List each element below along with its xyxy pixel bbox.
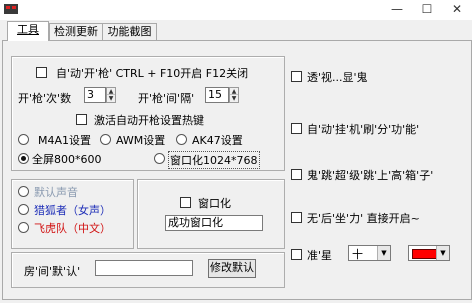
- fullscreen-radio[interactable]: [18, 153, 29, 164]
- app-window: — ☐ ✕ 工具 检测更新 功能截图 自'动'开'枪' CTRL + F10开启…: [0, 0, 472, 303]
- ak47-radio[interactable]: [176, 134, 187, 145]
- ghost-jump-checkbox[interactable]: [291, 169, 302, 180]
- windowed-label: 窗口化1024*768: [168, 151, 260, 169]
- voice-tiger-radio[interactable]: [18, 222, 29, 233]
- voice-hunter-radio[interactable]: [18, 204, 29, 215]
- windowize-status-field[interactable]: 成功窗口化: [165, 215, 263, 231]
- crosshair-color-swatch: [412, 249, 438, 259]
- no-recoil-label: 无'后'坐'力' 直接开启~: [307, 212, 420, 225]
- fire-interval-spinner[interactable]: ▲ ▼: [229, 87, 239, 103]
- awm-label: AWM设置: [116, 134, 166, 147]
- room-label: 房'间'默'认': [24, 265, 81, 278]
- auto-fire-label: 自'动'开'枪' CTRL + F10开启 F12关闭: [56, 67, 249, 80]
- fire-settings-group: 自'动'开'枪' CTRL + F10开启 F12关闭 开'枪'次'数 3 ▲ ▼…: [11, 56, 285, 171]
- tab-strip: 工具 检测更新 功能截图: [2, 20, 470, 42]
- auto-hang-checkbox[interactable]: [291, 123, 302, 134]
- fire-interval-input[interactable]: 15: [205, 87, 229, 103]
- room-group: 房'间'默'认' 修改默认: [11, 252, 285, 288]
- fire-interval-label: 开'枪'间'隔': [138, 92, 195, 105]
- windowed-radio[interactable]: [154, 153, 165, 164]
- no-recoil-checkbox[interactable]: [291, 212, 302, 223]
- voice-group: 默认声音 猎狐者（女声） 飞虎队（中文）: [11, 179, 134, 249]
- tab-tools[interactable]: 工具: [7, 21, 49, 41]
- windowize-group: 窗口化 成功窗口化: [137, 179, 285, 249]
- voice-hunter-label: 猎狐者（女声）: [34, 204, 111, 217]
- crosshair-checkbox[interactable]: [291, 249, 302, 260]
- windowize-label: 窗口化: [198, 197, 231, 210]
- chevron-down-icon: ▼: [377, 246, 390, 260]
- m4a1-radio[interactable]: [18, 134, 29, 145]
- see-through-checkbox[interactable]: [291, 71, 302, 82]
- modify-default-button[interactable]: 修改默认: [208, 259, 256, 278]
- voice-default-label: 默认声音: [34, 186, 78, 199]
- room-input[interactable]: [95, 260, 193, 276]
- app-icon: [4, 4, 18, 14]
- hotkey-checkbox[interactable]: [76, 114, 87, 125]
- tools-panel: 自'动'开'枪' CTRL + F10开启 F12关闭 开'枪'次'数 3 ▲ ▼…: [2, 40, 472, 300]
- awm-radio[interactable]: [100, 134, 111, 145]
- chevron-down-icon: ▼: [436, 246, 449, 260]
- voice-tiger-label: 飞虎队（中文）: [34, 222, 111, 235]
- see-through-label: 透'视...显'鬼: [307, 71, 368, 84]
- hotkey-label: 激活自动开枪设置热键: [94, 114, 204, 127]
- auto-fire-checkbox[interactable]: [36, 67, 47, 78]
- close-button[interactable]: ✕: [442, 0, 472, 20]
- tab-check-update[interactable]: 检测更新: [49, 23, 103, 40]
- maximize-button[interactable]: ☐: [412, 0, 442, 20]
- fire-count-spinner[interactable]: ▲ ▼: [106, 87, 116, 103]
- fire-count-input[interactable]: 3: [84, 87, 106, 103]
- crosshair-shape-select[interactable]: 十 ▼: [348, 245, 391, 261]
- m4a1-label: M4A1设置: [38, 134, 92, 147]
- ak47-label: AK47设置: [192, 134, 243, 147]
- fire-count-label: 开'枪'次'数: [18, 92, 72, 105]
- minimize-button[interactable]: —: [382, 0, 412, 20]
- fullscreen-label: 全屏800*600: [32, 153, 102, 166]
- crosshair-color-select[interactable]: ▼: [408, 245, 450, 261]
- title-bar: — ☐ ✕: [0, 0, 472, 20]
- crosshair-label: 准'星: [307, 249, 333, 262]
- voice-default-radio[interactable]: [18, 186, 29, 197]
- windowize-checkbox[interactable]: [180, 197, 191, 208]
- ghost-jump-label: 鬼'跳'超'级'跳'上'高'箱'子': [307, 169, 434, 182]
- tab-feature-screenshots[interactable]: 功能截图: [102, 23, 157, 40]
- auto-hang-label: 自'动'挂'机'刷'分'功'能': [307, 123, 420, 136]
- crosshair-shape-value: 十: [352, 248, 363, 261]
